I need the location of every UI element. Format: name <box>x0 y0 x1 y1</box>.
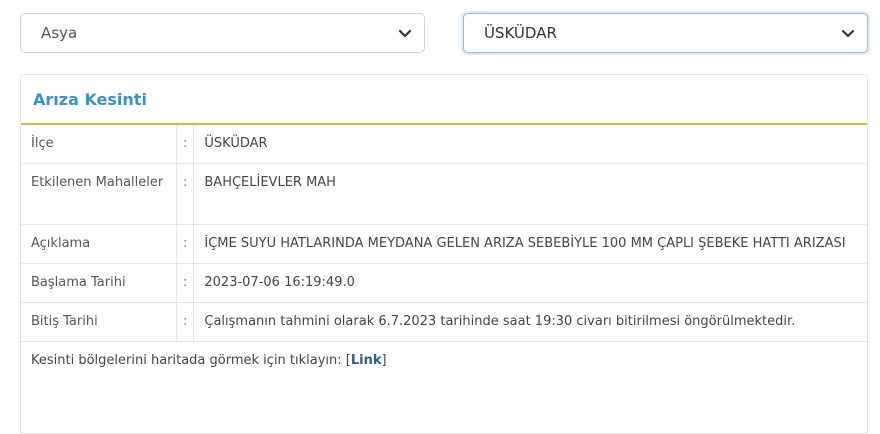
map-link-row: Kesinti bölgelerini haritada görmek için… <box>21 342 867 380</box>
row-value: 2023-07-06 16:19:49.0 <box>193 263 867 303</box>
map-link-close: ] <box>381 353 387 368</box>
row-separator: : <box>176 125 195 164</box>
region-select[interactable]: Asya <box>20 13 425 53</box>
map-link[interactable]: Link <box>351 353 382 368</box>
row-label: İlçe <box>21 125 177 164</box>
table-row: Etkilenen Mahalleler : BAHÇELİEVLER MAH <box>21 163 867 225</box>
region-select-value: Asya <box>41 24 78 42</box>
outage-details-table: İlçe : ÜSKÜDAR Etkilenen Mahalleler : BA… <box>21 125 867 342</box>
map-link-text: Kesinti bölgelerini haritada görmek için… <box>31 353 351 368</box>
table-row: Açıklama : İÇME SUYU HATLARINDA MEYDANA … <box>21 224 867 264</box>
row-label: Etkilenen Mahalleler <box>21 163 177 225</box>
outage-panel: Arıza Kesinti İlçe : ÜSKÜDAR Etkilenen M… <box>20 74 868 434</box>
row-label: Başlama Tarihi <box>21 263 177 303</box>
row-value: BAHÇELİEVLER MAH <box>193 163 867 225</box>
chevron-down-icon <box>398 29 412 38</box>
row-separator: : <box>176 302 195 342</box>
row-separator: : <box>176 224 195 264</box>
panel-title: Arıza Kesinti <box>33 89 147 109</box>
row-label: Bitiş Tarihi <box>21 302 177 342</box>
row-value: Çalışmanın tahmini olarak 6.7.2023 tarih… <box>193 302 867 342</box>
row-separator: : <box>176 263 195 303</box>
district-select[interactable]: ÜSKÜDAR <box>463 13 868 53</box>
district-select-value: ÜSKÜDAR <box>484 24 557 42</box>
row-value: ÜSKÜDAR <box>193 125 867 164</box>
row-value: İÇME SUYU HATLARINDA MEYDANA GELEN ARIZA… <box>193 224 867 264</box>
table-row: Bitiş Tarihi : Çalışmanın tahmini olarak… <box>21 302 867 342</box>
panel-header: Arıza Kesinti <box>21 75 867 125</box>
row-label: Açıklama <box>21 224 177 264</box>
chevron-down-icon <box>841 29 855 38</box>
table-row: İlçe : ÜSKÜDAR <box>21 125 867 164</box>
table-row: Başlama Tarihi : 2023-07-06 16:19:49.0 <box>21 263 867 303</box>
row-separator: : <box>176 163 195 225</box>
